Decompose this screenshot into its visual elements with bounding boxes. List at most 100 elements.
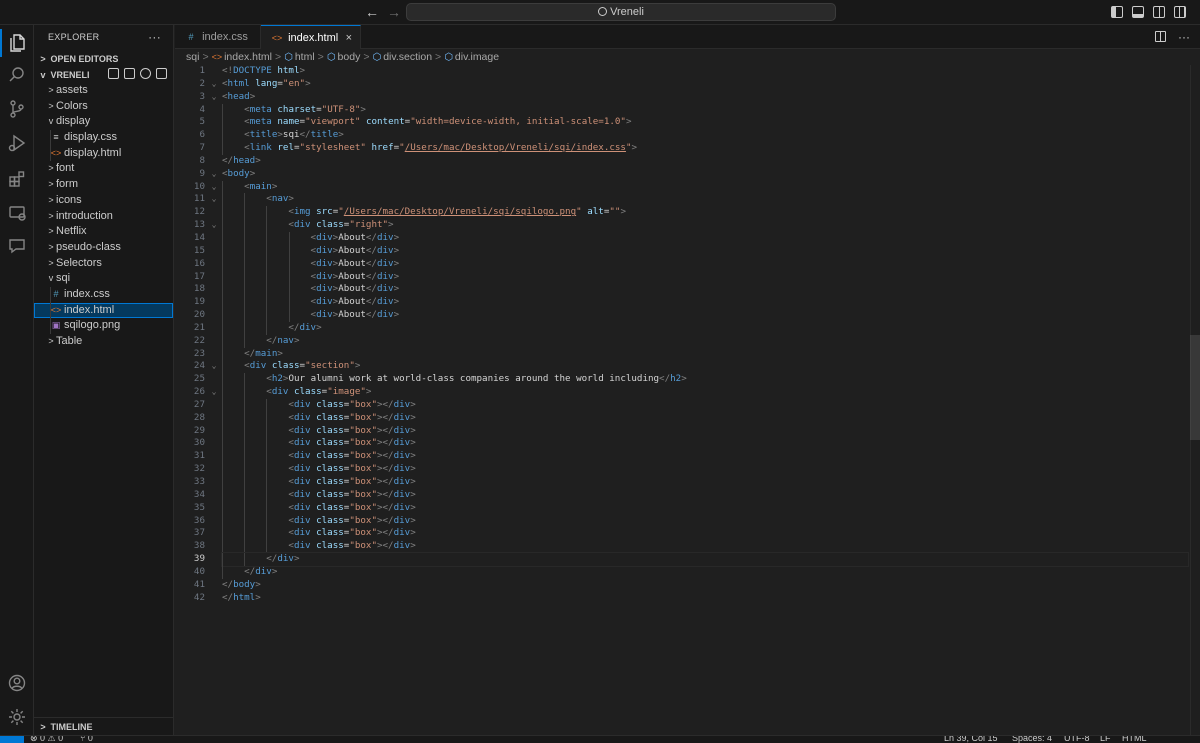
- code-line[interactable]: <div class="box"></div>: [222, 514, 1188, 528]
- toggle-primary-sidebar-icon[interactable]: [1111, 6, 1123, 18]
- code-line[interactable]: <div class="box"></div>: [222, 398, 1188, 412]
- code-editor[interactable]: 1 2 3 4 5 6 7 8 9 10 11 12 13 14 15 16 17 18 19 20 21 22 23 24 2…: [175, 65, 1200, 735]
- breadcrumb-item[interactable]: body: [338, 51, 361, 63]
- code-line[interactable]: <div class="box"></div>: [222, 540, 1188, 554]
- indentation-indicator[interactable]: Spaces: 4: [1012, 736, 1052, 743]
- code-line[interactable]: <div>About</div>: [222, 283, 1188, 297]
- more-actions-icon[interactable]: ···: [1178, 31, 1190, 43]
- code-line[interactable]: <div class="box"></div>: [222, 527, 1188, 541]
- code-line[interactable]: </nav>: [222, 334, 1188, 348]
- tree-folder[interactable]: v display: [34, 114, 173, 130]
- code-line[interactable]: <div>About</div>: [222, 231, 1188, 245]
- code-line[interactable]: <html lang="en">: [222, 78, 1188, 91]
- fold-chevron-icon[interactable]: ⌄: [208, 219, 220, 232]
- code-line[interactable]: <div>About</div>: [222, 309, 1188, 322]
- fold-chevron-icon[interactable]: ⌄: [208, 78, 220, 91]
- tab-index-html[interactable]: <> index.html ×: [261, 25, 361, 49]
- code-line[interactable]: <!DOCTYPE html>: [222, 65, 1188, 78]
- breadcrumb-item[interactable]: html: [295, 51, 315, 63]
- tree-folder[interactable]: > form: [34, 177, 173, 193]
- breadcrumb-item[interactable]: div.section: [383, 51, 432, 63]
- fold-chevron-icon[interactable]: ⌄: [208, 181, 220, 194]
- open-editors-section[interactable]: > OPEN EDITORS: [34, 51, 173, 67]
- code-line[interactable]: <meta charset="UTF-8">: [222, 103, 1188, 117]
- code-line[interactable]: <h2>Our alumni work at world-class compa…: [222, 373, 1188, 387]
- tree-file[interactable]: <> index.html: [34, 302, 173, 319]
- code-line[interactable]: <link rel="stylesheet" href="/Users/mac/…: [222, 142, 1188, 155]
- tree-folder[interactable]: > icons: [34, 193, 173, 209]
- code-line[interactable]: <div class="box"></div>: [222, 411, 1188, 425]
- code-line[interactable]: <nav>: [222, 193, 1188, 207]
- code-line[interactable]: </div>: [221, 552, 1189, 567]
- language-mode[interactable]: HTML: [1122, 736, 1147, 743]
- search-icon[interactable]: [0, 59, 34, 91]
- problems-indicator[interactable]: ⊗ 0 ⚠ 0: [30, 736, 63, 743]
- extensions-icon[interactable]: [0, 163, 34, 195]
- tree-folder[interactable]: > font: [34, 161, 173, 177]
- code-line[interactable]: <div>About</div>: [222, 244, 1188, 258]
- code-line[interactable]: <div class="box"></div>: [222, 501, 1188, 515]
- scrollbar-thumb[interactable]: [1190, 335, 1200, 440]
- tree-file[interactable]: ≡ display.css: [34, 130, 173, 146]
- fold-chevron-icon[interactable]: ⌄: [208, 386, 220, 399]
- remote-indicator-icon[interactable]: [0, 736, 24, 743]
- code-line[interactable]: <img src="/Users/mac/Desktop/Vreneli/sqi…: [222, 206, 1188, 220]
- code-line[interactable]: <div>About</div>: [222, 257, 1188, 271]
- code-line[interactable]: <meta name="viewport" content="width=dev…: [222, 116, 1188, 130]
- toggle-panel-icon[interactable]: [1132, 6, 1144, 18]
- split-editor-icon[interactable]: [1155, 31, 1166, 42]
- close-icon[interactable]: ×: [346, 26, 352, 50]
- breadcrumb-item[interactable]: sqi: [186, 51, 199, 63]
- tree-folder[interactable]: > Netflix: [34, 224, 173, 240]
- explorer-icon[interactable]: [0, 27, 34, 59]
- fold-chevron-icon[interactable]: ⌄: [208, 193, 220, 206]
- new-folder-icon[interactable]: [124, 68, 135, 79]
- code-line[interactable]: <div class="image">: [222, 386, 1188, 399]
- run-debug-icon[interactable]: [0, 127, 34, 159]
- tree-folder[interactable]: > assets: [34, 83, 173, 99]
- code-line[interactable]: <div class="box"></div>: [222, 424, 1188, 438]
- remote-explorer-icon[interactable]: [0, 197, 34, 229]
- code-line[interactable]: <body>: [222, 168, 1188, 181]
- collapse-all-icon[interactable]: [156, 68, 167, 79]
- more-actions-icon[interactable]: ···: [148, 25, 161, 49]
- tree-folder[interactable]: > introduction: [34, 209, 173, 225]
- code-line[interactable]: </div>: [222, 565, 1188, 579]
- code-line[interactable]: <title>sqi</title>: [222, 129, 1188, 143]
- code-line[interactable]: </body>: [222, 579, 1188, 592]
- forward-arrow-icon[interactable]: →: [386, 4, 402, 20]
- ports-indicator[interactable]: ⑂ 0: [80, 736, 93, 743]
- breadcrumb-item[interactable]: index.html: [224, 51, 272, 63]
- code-line[interactable]: </main>: [222, 347, 1188, 361]
- code-line[interactable]: <div class="section">: [222, 360, 1188, 374]
- tree-file[interactable]: # index.css: [34, 286, 173, 303]
- fold-chevron-icon[interactable]: ⌄: [208, 91, 220, 104]
- tree-folder[interactable]: > Selectors: [34, 256, 173, 272]
- code-line[interactable]: </head>: [222, 155, 1188, 168]
- code-line[interactable]: <div class="box"></div>: [222, 463, 1188, 476]
- manage-gear-icon[interactable]: [0, 701, 34, 733]
- code-line[interactable]: <div class="box"></div>: [222, 450, 1188, 464]
- back-arrow-icon[interactable]: ←: [364, 4, 380, 20]
- fold-chevron-icon[interactable]: ⌄: [208, 168, 220, 181]
- accounts-icon[interactable]: [0, 667, 34, 699]
- new-file-icon[interactable]: [108, 68, 119, 79]
- fold-chevron-icon[interactable]: ⌄: [208, 360, 220, 373]
- code-line[interactable]: <main>: [222, 180, 1188, 194]
- tree-file[interactable]: <> display.html: [34, 145, 173, 162]
- code-line[interactable]: <div>About</div>: [222, 270, 1188, 284]
- refresh-icon[interactable]: [140, 68, 151, 79]
- code-area[interactable]: <!DOCTYPE html> <html lang="en"> <head> <m…: [221, 65, 1189, 605]
- chat-icon[interactable]: [0, 230, 34, 262]
- tree-file[interactable]: ▣ sqilogo.png: [34, 318, 173, 334]
- source-control-icon[interactable]: [0, 93, 34, 125]
- tree-folder[interactable]: v sqi: [34, 271, 173, 287]
- breadcrumb-item[interactable]: div.image: [455, 51, 499, 63]
- customize-layout-icon[interactable]: [1174, 6, 1186, 18]
- toggle-secondary-sidebar-icon[interactable]: [1153, 6, 1165, 18]
- workspace-section[interactable]: v VRENELI: [34, 67, 173, 83]
- command-center-search[interactable]: Vreneli: [406, 3, 836, 21]
- tree-folder[interactable]: > Table: [34, 334, 173, 350]
- code-line[interactable]: </html>: [222, 592, 1188, 605]
- encoding-indicator[interactable]: UTF-8: [1064, 736, 1090, 743]
